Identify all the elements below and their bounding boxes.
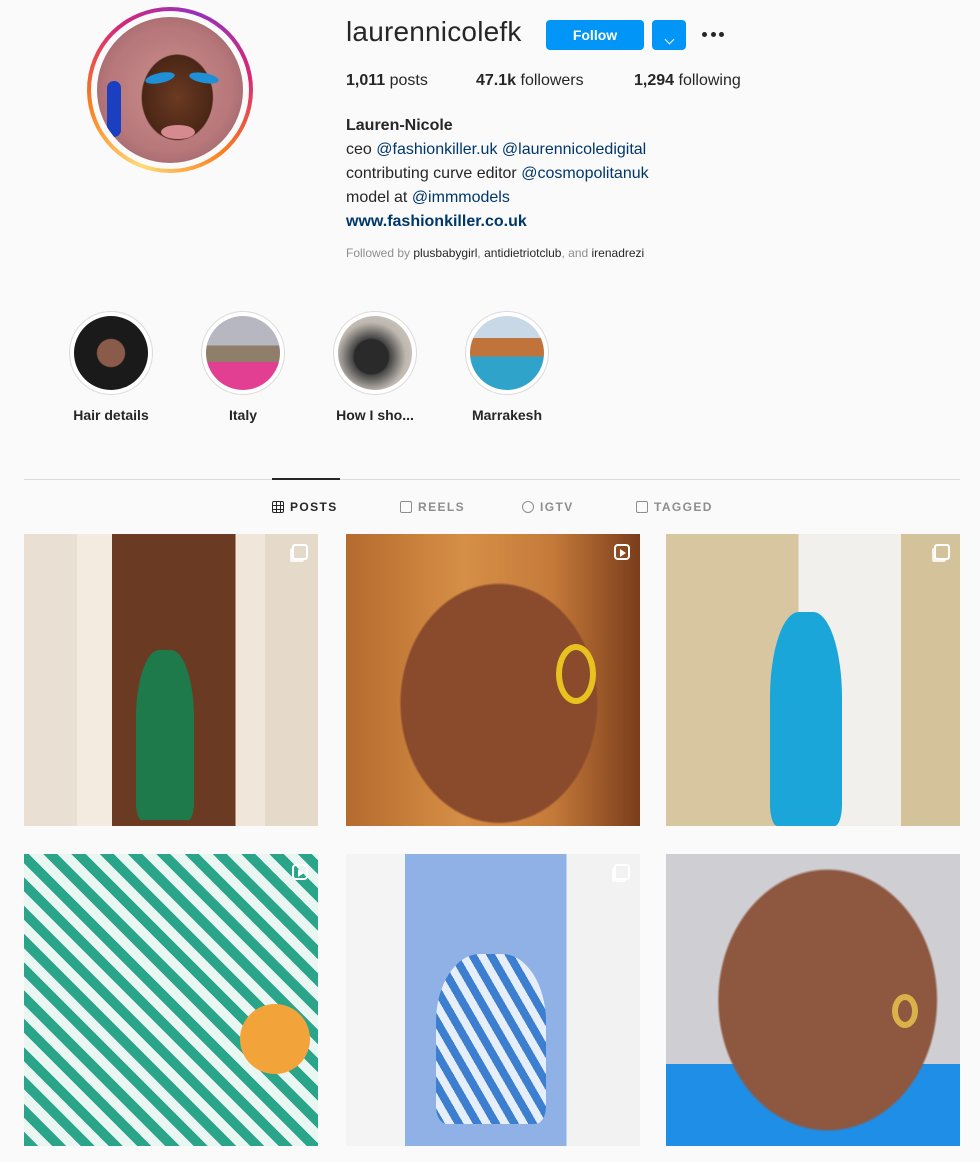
post-thumbnail[interactable]	[346, 534, 640, 826]
reel-icon	[614, 544, 630, 560]
avatar-detail	[188, 70, 220, 86]
followers-count-value: 47.1k	[476, 72, 517, 89]
post-subject	[556, 644, 596, 704]
avatar-detail	[107, 81, 121, 137]
avatar-border	[91, 11, 249, 169]
avatar-detail	[161, 125, 195, 139]
tabs-divider	[24, 479, 960, 480]
following-count-value: 1,294	[634, 72, 675, 89]
followers-count-label: followers	[516, 72, 584, 89]
tab-tagged[interactable]: TAGGED	[636, 500, 713, 514]
highlight-label: Italy	[228, 407, 257, 423]
igtv-icon	[522, 501, 534, 513]
post-thumbnail[interactable]	[24, 854, 318, 1146]
highlight-ring	[465, 311, 549, 395]
bio-line: model at @immmodels	[346, 186, 649, 210]
highlight-ring	[201, 311, 285, 395]
highlight-label: How I sho...	[336, 407, 414, 423]
follower-username: antidietriotclub	[484, 246, 562, 260]
tab-label: IGTV	[540, 500, 574, 514]
follower-username: plusbabygirl	[413, 246, 478, 260]
highlight-cover	[74, 316, 148, 390]
highlight-cover	[470, 316, 544, 390]
separator: , and	[561, 246, 592, 260]
tab-igtv[interactable]: IGTV	[522, 500, 574, 514]
more-options-button[interactable]	[698, 22, 728, 46]
post-subject	[892, 994, 918, 1028]
post-subject	[436, 954, 546, 1124]
grid-icon	[272, 501, 284, 513]
post-thumbnail[interactable]	[666, 534, 960, 826]
mention-link[interactable]: @laurennicoledigital	[502, 141, 646, 158]
highlight-cover	[206, 316, 280, 390]
following-link[interactable]: 1,294 following	[634, 72, 741, 90]
highlight-how-i-shoot[interactable]: How I sho...	[320, 311, 430, 423]
highlight-italy[interactable]: Italy	[188, 311, 298, 423]
bio-text: ceo	[346, 141, 377, 158]
tagged-icon	[636, 501, 648, 513]
chevron-down-icon	[664, 34, 674, 44]
carousel-icon	[934, 544, 950, 560]
highlight-ring	[333, 311, 417, 395]
reels-icon	[400, 501, 412, 513]
follow-button[interactable]: Follow	[546, 20, 644, 50]
followed-by[interactable]: Followed by plusbabygirl, antidietriotcl…	[346, 246, 644, 260]
post-subject	[770, 612, 842, 826]
following-count-label: following	[674, 72, 741, 89]
posts-count-label: posts	[385, 72, 428, 89]
avatar-detail	[144, 69, 176, 87]
bio-text: contributing curve editor	[346, 165, 522, 182]
profile-full-name: Lauren-Nicole	[346, 117, 453, 134]
avatar-image	[97, 17, 243, 163]
carousel-icon	[292, 544, 308, 560]
reel-icon	[292, 864, 308, 880]
post-thumbnail[interactable]	[24, 534, 318, 826]
profile-bio: Lauren-Nicole ceo @fashionkiller.uk @lau…	[346, 114, 649, 234]
follower-username: irenadrezi	[591, 246, 645, 260]
post-thumbnail[interactable]	[346, 854, 640, 1146]
followers-link[interactable]: 47.1k followers	[476, 72, 584, 90]
tab-label: TAGGED	[654, 500, 713, 514]
post-subject	[240, 1004, 310, 1074]
suggested-accounts-button[interactable]	[652, 20, 686, 50]
posts-count: 1,011 posts	[346, 72, 428, 90]
bio-line: ceo @fashionkiller.uk @laurennicoledigit…	[346, 138, 649, 162]
post-thumbnail[interactable]	[666, 854, 960, 1146]
dot-icon	[710, 31, 716, 37]
highlight-label: Hair details	[73, 407, 149, 423]
dot-icon	[719, 31, 724, 37]
tab-label: POSTS	[290, 500, 338, 514]
bio-line: contributing curve editor @cosmopolitanu…	[346, 162, 649, 186]
tab-label: REELS	[418, 500, 466, 514]
dot-icon	[702, 31, 707, 37]
highlight-label: Marrakesh	[471, 407, 543, 423]
highlight-hair-details[interactable]: Hair details	[56, 311, 166, 423]
followed-by-prefix: Followed by	[346, 246, 414, 260]
mention-link[interactable]: @fashionkiller.uk	[376, 141, 497, 158]
profile-avatar[interactable]	[87, 7, 253, 173]
bio-text: model at	[346, 189, 412, 206]
active-tab-indicator	[272, 478, 340, 480]
tab-posts[interactable]: POSTS	[272, 500, 338, 514]
highlight-ring	[69, 311, 153, 395]
mention-link[interactable]: @immmodels	[412, 189, 510, 206]
mention-link[interactable]: @cosmopolitanuk	[521, 165, 648, 182]
highlight-marrakesh[interactable]: Marrakesh	[452, 311, 562, 423]
post-subject	[136, 650, 194, 820]
profile-username: laurennicolefk	[346, 16, 522, 47]
tab-reels[interactable]: REELS	[400, 500, 465, 514]
posts-count-value: 1,011	[346, 72, 386, 89]
website-link[interactable]: www.fashionkiller.co.uk	[346, 210, 649, 234]
carousel-icon	[614, 864, 630, 880]
highlight-cover	[338, 316, 412, 390]
